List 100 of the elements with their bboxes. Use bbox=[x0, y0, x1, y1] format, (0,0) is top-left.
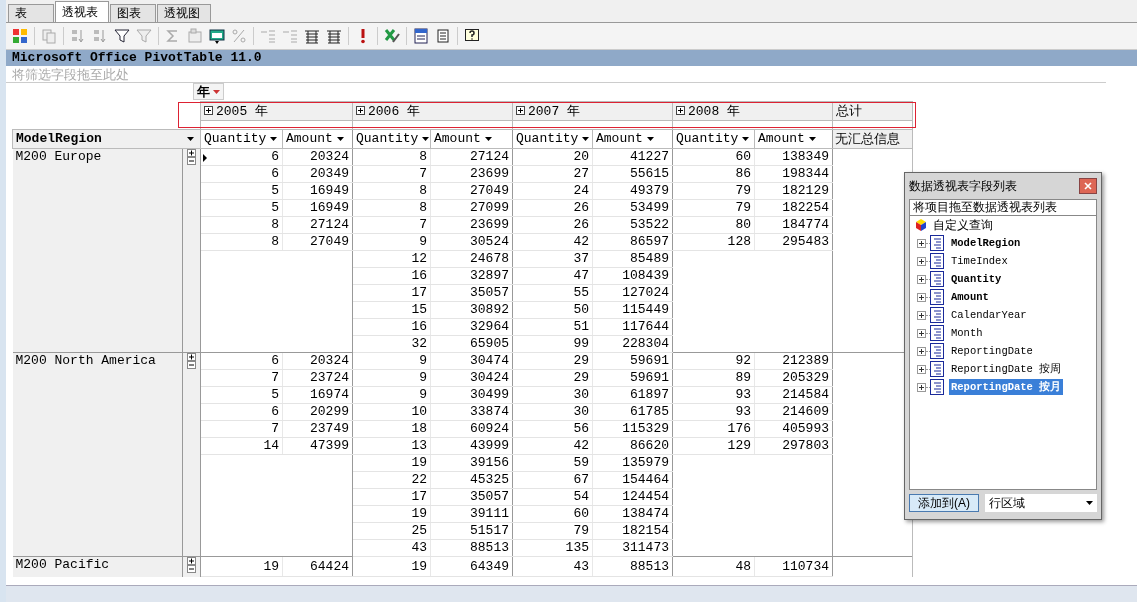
expand-icon[interactable] bbox=[917, 256, 926, 266]
expand-icon[interactable] bbox=[676, 105, 685, 115]
close-button[interactable] bbox=[1079, 178, 1097, 194]
expand-icon[interactable] bbox=[917, 346, 926, 356]
table-cell: 16949 bbox=[282, 199, 353, 216]
field-item[interactable]: Amount bbox=[949, 290, 991, 304]
table-cell: 27124 bbox=[282, 216, 353, 233]
window-icon[interactable] bbox=[209, 28, 225, 44]
tree-item[interactable]: 自定义查询 bbox=[933, 216, 993, 234]
dropdown-icon bbox=[1086, 501, 1093, 505]
expand-collapse-icon[interactable] bbox=[187, 352, 196, 369]
sheet-tab[interactable]: 透视图 bbox=[157, 4, 211, 22]
table-cell: 26 bbox=[512, 216, 593, 233]
year-header[interactable]: 2005 年 bbox=[200, 101, 353, 120]
field-item[interactable]: ReportingDate 按周 bbox=[949, 361, 1064, 377]
field-icon bbox=[930, 307, 944, 323]
pivot-title-bar: Microsoft Office PivotTable 11.0 bbox=[6, 50, 1137, 66]
table-cell: 7 bbox=[200, 420, 283, 437]
table-cell: 8 bbox=[352, 182, 431, 199]
expand-icon[interactable] bbox=[356, 105, 365, 115]
table-cell: 17 bbox=[352, 488, 431, 505]
panel-instruction: 将项目拖至数据透视表列表 bbox=[910, 200, 1096, 216]
field-item[interactable]: Quantity bbox=[949, 272, 1004, 286]
add-to-button[interactable]: 添加到(A) bbox=[909, 494, 979, 512]
column-field-button[interactable]: 年 bbox=[192, 83, 224, 101]
measure-header[interactable]: Quantity bbox=[352, 129, 431, 148]
year-header[interactable]: 2006 年 bbox=[352, 101, 513, 120]
export-icon[interactable] bbox=[384, 28, 400, 44]
expand-icon[interactable] bbox=[516, 105, 525, 115]
table-cell: 124454 bbox=[592, 488, 673, 505]
table-cell: 26 bbox=[512, 199, 593, 216]
table-cell: 8 bbox=[352, 199, 431, 216]
table-cell: 55615 bbox=[592, 165, 673, 182]
row-header[interactable]: M200 Pacific bbox=[12, 556, 183, 577]
expand-collapse-icon[interactable] bbox=[187, 148, 196, 165]
table-cell: 182254 bbox=[754, 199, 833, 216]
expand-icon[interactable] bbox=[917, 382, 926, 392]
table-cell: 7 bbox=[352, 165, 431, 182]
table-cell: 47 bbox=[512, 267, 593, 284]
table-cell: 43999 bbox=[430, 437, 513, 454]
field-item[interactable]: Month bbox=[949, 326, 985, 340]
area-dropdown[interactable]: 行区域 bbox=[985, 494, 1097, 512]
measure-header[interactable]: Amount bbox=[592, 129, 673, 148]
expand-icon[interactable] bbox=[204, 105, 213, 115]
pivot-grid-icon[interactable] bbox=[12, 28, 28, 44]
table-icon[interactable] bbox=[304, 28, 320, 44]
field-list-icon[interactable] bbox=[413, 28, 429, 44]
table-cell: 27 bbox=[512, 165, 593, 182]
table-cell: 99 bbox=[512, 335, 593, 352]
expand-collapse-icon[interactable] bbox=[187, 556, 196, 573]
table-cell: 35057 bbox=[430, 488, 513, 505]
field-item[interactable]: ReportingDate bbox=[949, 344, 1035, 358]
dropdown-icon bbox=[422, 136, 430, 141]
dropdown-icon bbox=[212, 89, 220, 94]
field-item[interactable]: ReportingDate 按月 bbox=[949, 379, 1064, 395]
measure-header[interactable]: Amount bbox=[282, 129, 353, 148]
table-cell: 39156 bbox=[430, 454, 513, 471]
dropdown-icon bbox=[270, 136, 278, 141]
table-cell: 50 bbox=[512, 301, 593, 318]
field-item[interactable]: TimeIndex bbox=[949, 254, 1010, 268]
expand-icon[interactable] bbox=[917, 328, 926, 338]
table-cell: 88513 bbox=[430, 539, 513, 556]
measure-header[interactable]: Amount bbox=[430, 129, 513, 148]
measure-header[interactable]: Quantity bbox=[512, 129, 593, 148]
filter-icon[interactable] bbox=[114, 28, 130, 44]
measure-header[interactable]: Amount bbox=[754, 129, 833, 148]
row-field-button[interactable]: ModelRegion bbox=[12, 129, 201, 148]
properties-icon[interactable] bbox=[435, 28, 451, 44]
cube-icon bbox=[915, 218, 927, 232]
table-cell: 39111 bbox=[430, 505, 513, 522]
dropdown-icon bbox=[582, 136, 590, 141]
expand-icon[interactable] bbox=[917, 238, 926, 248]
measure-header[interactable]: Quantity bbox=[200, 129, 283, 148]
table-icon[interactable] bbox=[326, 28, 342, 44]
expand-icon[interactable] bbox=[917, 292, 926, 302]
field-item[interactable]: ModelRegion bbox=[949, 236, 1023, 250]
sheet-tab[interactable]: 表 bbox=[8, 4, 54, 22]
field-item[interactable]: CalendarYear bbox=[949, 308, 1029, 322]
table-cell: 6 bbox=[200, 148, 283, 165]
table-cell: 5 bbox=[200, 386, 283, 403]
table-cell: 59691 bbox=[592, 352, 673, 369]
table-cell: 19 bbox=[352, 505, 431, 522]
table-cell: 17 bbox=[352, 284, 431, 301]
table-cell: 115329 bbox=[592, 420, 673, 437]
expand-icon[interactable] bbox=[917, 310, 926, 320]
expand-icon[interactable] bbox=[917, 274, 926, 284]
field-icon bbox=[930, 271, 944, 287]
year-header[interactable]: 2008 年 bbox=[672, 101, 833, 120]
table-cell: 135 bbox=[512, 539, 593, 556]
year-header[interactable]: 2007 年 bbox=[512, 101, 673, 120]
expand-icon[interactable] bbox=[917, 364, 926, 374]
dropdown-icon bbox=[336, 136, 344, 141]
sheet-tab[interactable]: 图表 bbox=[110, 4, 156, 22]
table-cell: 32964 bbox=[430, 318, 513, 335]
measure-header[interactable]: Quantity bbox=[672, 129, 755, 148]
table-cell: 117644 bbox=[592, 318, 673, 335]
sheet-tab[interactable]: 透视表 bbox=[55, 1, 109, 22]
help-icon[interactable] bbox=[464, 28, 480, 44]
field-icon bbox=[930, 343, 944, 359]
row-header[interactable]: M200 Europe bbox=[12, 148, 183, 352]
